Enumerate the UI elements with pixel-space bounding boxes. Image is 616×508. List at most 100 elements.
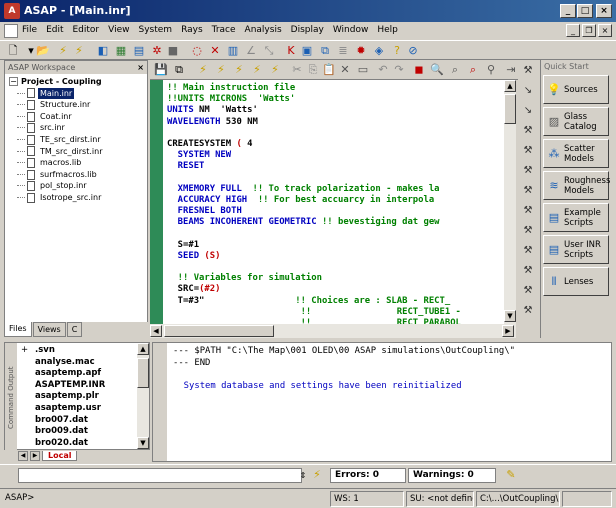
open-folder-icon[interactable]: 📂 [36,44,50,58]
mdi-minimize-button[interactable]: _ [566,24,580,37]
pencil-icon[interactable]: ✎ [504,468,518,482]
scroll-left-icon[interactable]: ◀ [150,325,162,337]
trace-icon[interactable]: ✲ [150,44,164,58]
file-item[interactable]: TM_src_dirst.inr [9,146,143,158]
menu-editor[interactable]: Editor [73,25,100,35]
file-list-scrollbar[interactable]: ▲ ▼ [137,343,149,449]
menu-help[interactable]: Help [377,25,398,35]
file-item[interactable]: Structure.inr [9,99,143,111]
tab-local[interactable]: Local [42,451,78,461]
tool-icon[interactable]: ⚒ [521,264,535,278]
file-item[interactable]: TE_src_dirst.inr [9,134,143,146]
scroll-right-icon[interactable]: ▶ [502,325,514,337]
scroll-up-icon[interactable]: ▲ [137,343,149,355]
run-macro-icon[interactable]: ⚡ [250,63,264,77]
editor-vertical-scrollbar[interactable]: ▲ ▼ [504,80,516,324]
hscroll-thumb[interactable] [164,325,274,337]
file-item[interactable]: Main.inr [9,87,143,100]
scroll-down-icon[interactable]: ▼ [504,310,516,322]
help-icon[interactable]: ? [390,44,404,58]
editor-horizontal-scrollbar[interactable]: ◀ ▶ [150,324,516,338]
scroll-thumb[interactable] [137,358,149,388]
file-item[interactable]: src.inr [9,122,143,134]
quick-start-lenses-button[interactable]: ⦀ Lenses [543,267,609,296]
tool-icon[interactable]: ↘ [521,104,535,118]
replace-icon[interactable]: ⚲ [484,63,498,77]
quick-start-scatter-models-button[interactable]: ⁂ Scatter Models [543,139,609,168]
delete-ray-icon[interactable]: ✕ [208,44,222,58]
menu-edit[interactable]: Edit [46,25,63,35]
marker-icon[interactable]: K [284,44,298,58]
tab-next-icon[interactable]: ▶ [30,451,40,461]
menu-trace[interactable]: Trace [212,25,236,35]
mdi-restore-button[interactable]: ❐ [582,24,596,37]
quick-start-sources-button[interactable]: 💡 Sources [543,75,609,104]
lightning-run-icon[interactable]: ⚡ [72,44,86,58]
lightning-icon[interactable]: ⚡ [56,44,70,58]
menu-file[interactable]: File [22,25,37,35]
local-file-item[interactable]: asaptemp.apf [21,368,105,380]
about-icon[interactable]: ⊘ [406,44,420,58]
tile-icon[interactable]: ⧉ [318,44,332,58]
document-icon[interactable] [4,24,18,38]
ray-icon[interactable]: ◌ [190,44,204,58]
quick-start-example-scripts-button[interactable]: ▤ Example Scripts [543,203,609,232]
tool-icon[interactable]: ⚒ [521,304,535,318]
new-file-icon[interactable]: 🗋 [6,44,20,58]
tab-c[interactable]: C [66,322,83,337]
run-line-icon[interactable]: ⚡ [232,63,246,77]
scroll-down-icon[interactable]: ▼ [137,437,149,449]
code-editor[interactable]: !! Main instruction file !!UNITS MICRONS … [150,80,516,324]
menu-display[interactable]: Display [291,25,324,35]
stop-icon[interactable]: ■ [166,44,180,58]
command-input[interactable] [18,468,302,483]
list-icon[interactable]: ≣ [336,44,350,58]
file-item[interactable]: Isotrope_src.inr [9,192,143,204]
file-item[interactable]: Coat.inr [9,111,143,123]
expand-icon[interactable]: + [21,345,31,357]
command-output[interactable]: --- $PATH "C:\The Map\001 OLED\00 ASAP s… [152,342,612,462]
window-icon[interactable]: ▣ [300,44,314,58]
tab-files[interactable]: Files [4,322,32,337]
local-file-item[interactable]: + .svn [21,345,105,357]
quick-start-user-inr-scripts-button[interactable]: ▤ User INR Scripts [543,235,609,264]
file-item[interactable]: surfmacros.lib [9,169,143,181]
file-item[interactable]: macros.lib [9,157,143,169]
menu-rays[interactable]: Rays [181,25,203,35]
save-all-icon[interactable]: ⧉ [172,63,186,77]
local-file-item[interactable]: bro020.dat [21,438,105,450]
save-icon[interactable]: 💾 [154,63,168,77]
scale-icon[interactable]: ⤡ [262,44,276,58]
quick-start-roughness-models-button[interactable]: ≋ Roughness Models [543,171,610,200]
asap-icon[interactable]: ◈ [372,44,386,58]
grid-icon[interactable]: ▦ [114,44,128,58]
tool-icon[interactable]: ⚒ [521,144,535,158]
local-file-item[interactable]: analyse.mac [21,357,105,369]
tool-icon[interactable]: ⚒ [521,224,535,238]
undo-icon[interactable]: ↶ [376,63,390,77]
redo-icon[interactable]: ↷ [392,63,406,77]
paste-icon[interactable]: 📋 [322,63,336,77]
scroll-up-icon[interactable]: ▲ [504,80,516,92]
bookmark-icon[interactable]: ◼ [412,63,426,77]
tab-views[interactable]: Views [32,322,66,337]
menu-window[interactable]: Window [333,25,369,35]
tool-icon[interactable]: ⚒ [521,204,535,218]
menu-view[interactable]: View [108,25,129,35]
tool-icon[interactable]: ⚒ [521,164,535,178]
quick-start-glass-catalog-button[interactable]: ▨ Glass Catalog [543,107,609,136]
tool-icon[interactable]: ↘ [521,84,535,98]
scroll-thumb[interactable] [504,94,516,124]
menu-system[interactable]: System [139,25,173,35]
local-file-item[interactable]: bro009.dat [21,426,105,438]
tool-icon[interactable]: ⚒ [521,244,535,258]
find-next-icon[interactable]: ⌕ [448,63,462,77]
app-icon[interactable]: A [4,3,20,19]
file-item[interactable]: pol_stop.inr [9,180,143,192]
plot-icon[interactable]: ▥ [226,44,240,58]
workspace-close-icon[interactable]: × [137,61,144,74]
minimize-button[interactable]: _ [560,4,576,18]
cut-icon[interactable]: ✂ [290,63,304,77]
local-file-item[interactable]: bro007.dat [21,415,105,427]
maximize-button[interactable]: □ [577,4,593,18]
